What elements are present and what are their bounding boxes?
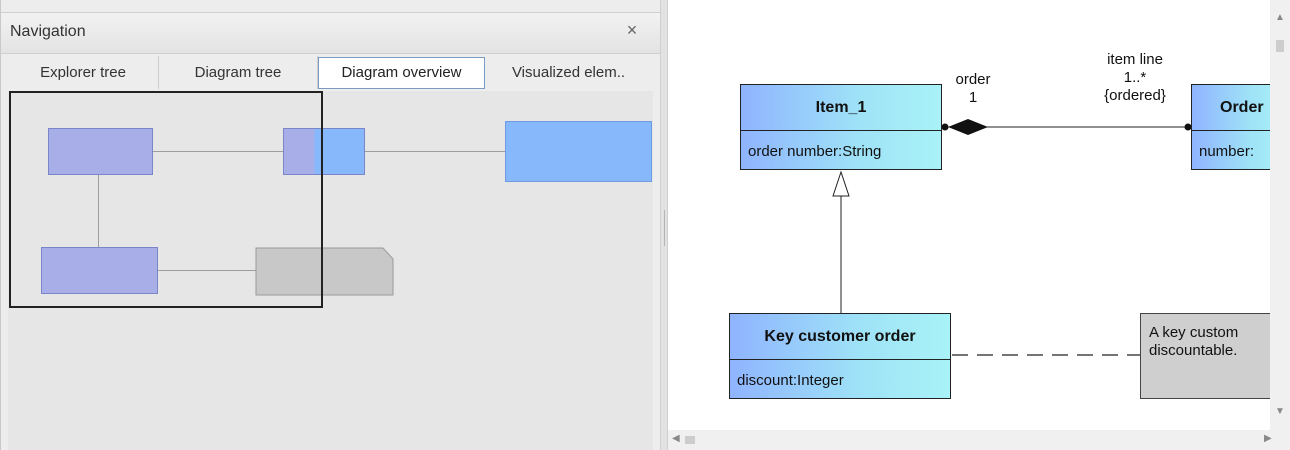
- overview-connector: [365, 151, 505, 152]
- note[interactable]: A key custom discountable.: [1140, 313, 1270, 399]
- diagram-canvas[interactable]: Item_1 order number:String Order number:…: [668, 0, 1270, 430]
- source-role-label: order: [955, 71, 991, 88]
- navigation-tabs: Explorer tree Diagram tree Diagram overv…: [8, 56, 653, 90]
- panel-splitter[interactable]: [660, 0, 668, 450]
- overview-note: [255, 247, 394, 296]
- scroll-right-icon[interactable]: ▶: [1264, 433, 1272, 444]
- class-key-customer-order-name: Key customer order: [730, 314, 950, 360]
- class-item[interactable]: Item_1 order number:String: [740, 84, 942, 170]
- class-key-customer-order[interactable]: Key customer order discount:Integer: [729, 313, 951, 399]
- association-source-dot: [941, 123, 949, 131]
- overview-key-customer-class: [41, 247, 158, 294]
- scroll-left-icon[interactable]: ◀: [672, 433, 680, 444]
- composition-diamond: [948, 119, 988, 135]
- overview-order-class: [283, 128, 365, 175]
- target-multiplicity-label: 1..*: [1123, 69, 1147, 86]
- tab-diagram-overview[interactable]: Diagram overview: [318, 57, 485, 89]
- overview-connector: [153, 151, 283, 152]
- class-order-name: Order: [1192, 85, 1270, 131]
- generalization-arrowhead: [832, 170, 850, 197]
- class-item-attribute: order number:String: [748, 142, 882, 160]
- source-multiplicity-label: 1: [968, 89, 978, 106]
- diagram-overview[interactable]: [8, 91, 653, 450]
- target-role-label: item line: [1107, 51, 1163, 68]
- horizontal-scrollbar[interactable]: ◀ ▶: [668, 430, 1290, 450]
- splitter-grip: [664, 210, 665, 246]
- note-line-2: discountable.: [1149, 342, 1238, 359]
- navigation-title: Navigation: [10, 23, 86, 40]
- navigation-header: Navigation ×: [1, 12, 660, 54]
- class-order-attribute: number:: [1199, 142, 1255, 160]
- target-constraint-label: {ordered}: [1104, 87, 1166, 104]
- class-item-name: Item_1: [741, 85, 941, 131]
- close-icon[interactable]: ×: [621, 19, 643, 41]
- class-key-customer-order-attribute: discount:Integer: [737, 371, 844, 389]
- tab-visualized-elements[interactable]: Visualized elem..: [485, 56, 652, 89]
- tab-diagram-tree[interactable]: Diagram tree: [159, 56, 318, 89]
- note-line-1: A key custom: [1149, 324, 1239, 341]
- vertical-scrollbar[interactable]: ▲ ▼: [1270, 0, 1290, 430]
- scroll-down-icon[interactable]: ▼: [1275, 406, 1285, 417]
- vertical-scroll-thumb[interactable]: [1276, 40, 1284, 52]
- tab-explorer-tree[interactable]: Explorer tree: [8, 56, 159, 89]
- navigation-panel: Navigation × Explorer tree Diagram tree …: [0, 0, 660, 450]
- class-order[interactable]: Order number:: [1191, 84, 1270, 170]
- scroll-up-icon[interactable]: ▲: [1275, 12, 1285, 23]
- overview-item-class: [48, 128, 153, 175]
- overview-right-class: [505, 121, 652, 182]
- horizontal-scroll-thumb[interactable]: [685, 436, 695, 444]
- overview-connector: [158, 270, 256, 271]
- overview-connector: [98, 175, 99, 247]
